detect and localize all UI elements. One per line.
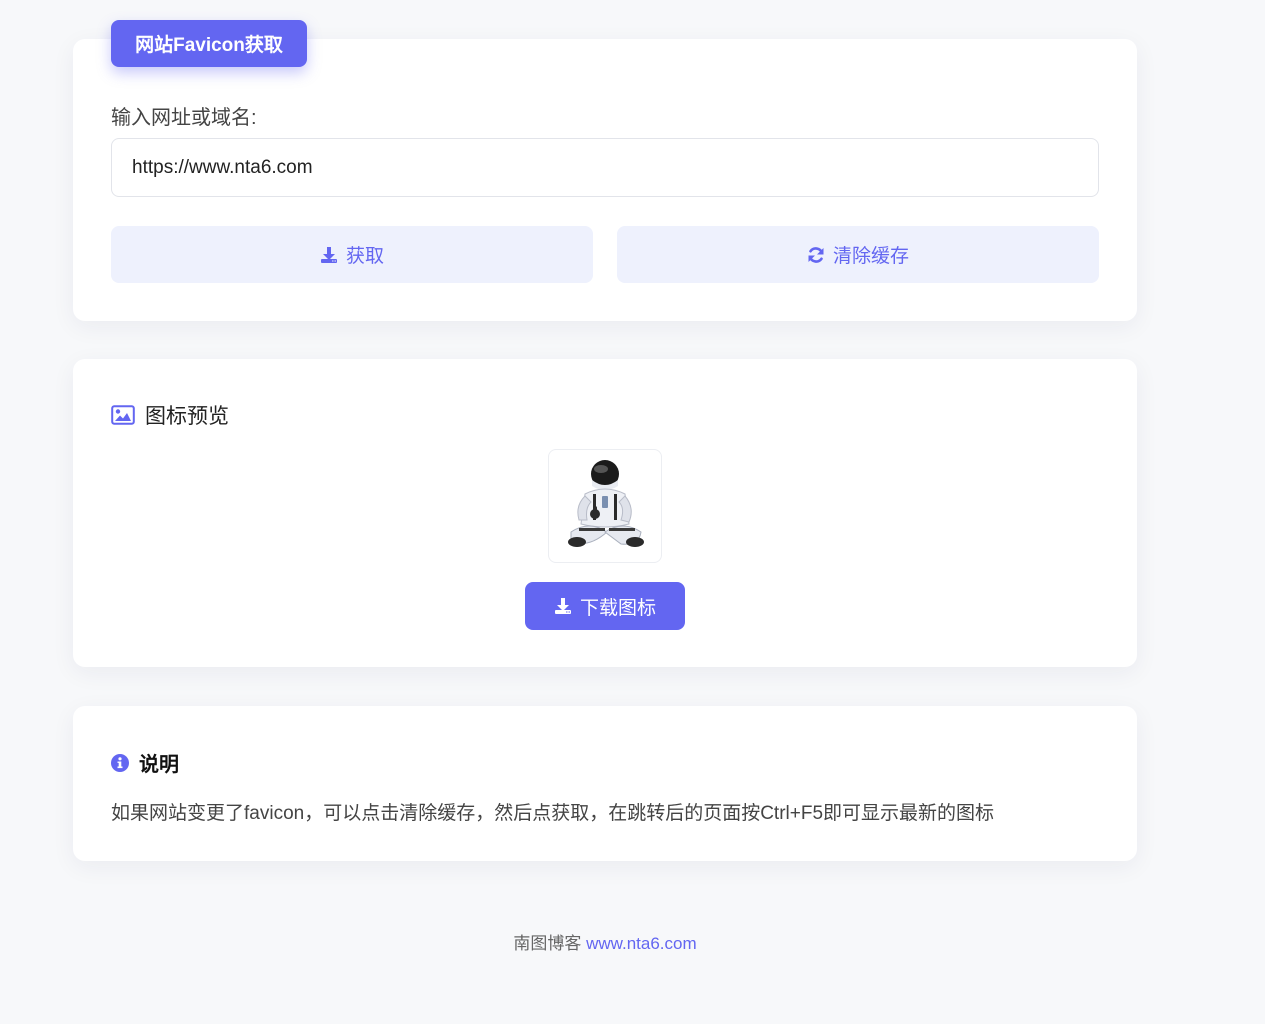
clear-cache-label: 清除缓存 — [832, 246, 909, 267]
download-icon — [554, 598, 571, 614]
fetch-button[interactable]: 获取 — [111, 226, 593, 283]
title-badge: 网站Favicon获取 — [111, 20, 307, 67]
info-icon — [111, 753, 129, 772]
preview-heading: 图标预览 — [111, 400, 229, 430]
info-heading-text: 说明 — [139, 754, 179, 776]
preview-card: 图标预览 下载图标 — [73, 359, 1137, 667]
download-icon-button[interactable]: 下载图标 — [525, 582, 685, 630]
url-label: 输入网址或域名: — [111, 107, 257, 129]
refresh-icon — [808, 246, 824, 263]
info-card: 说明 如果网站变更了favicon，可以点击清除缓存，然后点获取，在跳转后的页面… — [73, 706, 1137, 861]
app-title: 网站Favicon获取 — [135, 35, 283, 56]
footer-text: 南图博客 — [513, 934, 582, 953]
astronaut-favicon-image — [568, 460, 644, 547]
info-description: 如果网站变更了favicon，可以点击清除缓存，然后点获取，在跳转后的页面按Ct… — [111, 803, 995, 824]
url-input[interactable] — [111, 138, 1099, 197]
preview-heading-text: 图标预览 — [145, 405, 229, 428]
download-label: 下载图标 — [579, 597, 656, 619]
fetch-label: 获取 — [345, 246, 384, 267]
image-icon — [111, 405, 135, 425]
footer-link[interactable]: www.nta6.com — [586, 934, 697, 953]
fetch-card: 输入网址或域名: 获取 清除缓存 — [73, 39, 1137, 321]
favicon-preview — [548, 449, 662, 563]
info-heading: 说明 — [111, 748, 179, 777]
footer: 南图博客 www.nta6.com — [0, 929, 1210, 954]
clear-cache-button[interactable]: 清除缓存 — [617, 226, 1099, 283]
download-icon — [320, 246, 337, 263]
